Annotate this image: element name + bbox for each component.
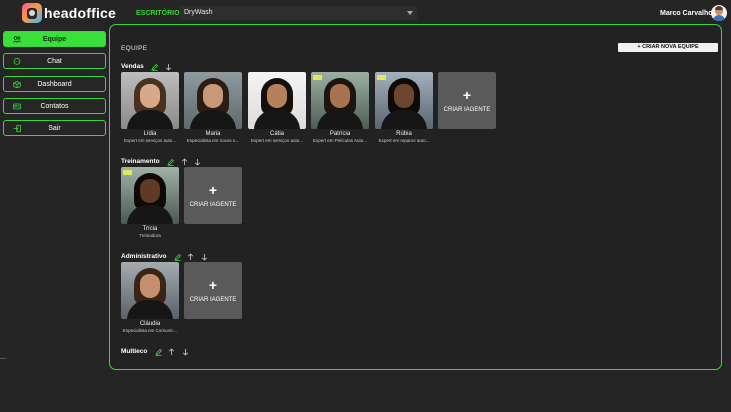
agent-role: Treinadora: [139, 233, 161, 238]
plus-icon: +: [208, 182, 218, 198]
agent-name: Rúbia: [396, 131, 412, 137]
agent-role: Especialista em Comunic...: [122, 328, 178, 333]
agent-card-patricia[interactable]: Patrícia Expert em Películas Auto...: [311, 72, 369, 143]
team-header: Vendas: [121, 63, 174, 72]
agent-name: Patrícia: [329, 131, 351, 137]
agent-role: Expert em serviços auto...: [250, 138, 304, 143]
agent-photo: [121, 262, 179, 319]
create-team-button[interactable]: + CRIAR NOVA EQUIPE: [618, 43, 718, 52]
sidebar-item-label: Sair: [48, 125, 61, 133]
create-agent-label: CRIAR IAGENTE: [189, 297, 237, 303]
team-section-administrativo: Administrativo Cláudia Especialista em C…: [121, 253, 242, 333]
team-header: Treinamento: [121, 158, 203, 167]
arrow-down-icon[interactable]: [165, 63, 172, 71]
team-name[interactable]: Vendas: [121, 63, 144, 70]
plus-icon: +: [208, 277, 218, 293]
create-agent-button[interactable]: + CRIAR IAGENTE: [438, 72, 496, 129]
chevron-down-icon: [407, 11, 413, 15]
sidebar-item-contatos[interactable]: Contatos: [3, 97, 106, 114]
team-header: Administrativo: [121, 253, 210, 262]
agent-photo: [248, 72, 306, 129]
office-select[interactable]: DryWash: [180, 6, 417, 20]
edit-icon[interactable]: [174, 253, 181, 261]
sidebar-item-dashboard[interactable]: Dashboard: [3, 75, 106, 92]
create-agent-button[interactable]: + CRIAR IAGENTE: [184, 167, 242, 224]
team-actions: [155, 348, 191, 366]
sidebar-item-sair[interactable]: Sair: [3, 120, 106, 137]
arrow-up-icon[interactable]: [181, 158, 188, 166]
sidebar-item-chat[interactable]: Chat: [3, 53, 106, 70]
arrow-down-icon[interactable]: [201, 253, 208, 261]
top-bar: headoffice ESCRITÓRIO › DryWash Marco Ca…: [0, 0, 731, 26]
agent-photo: [184, 72, 242, 129]
sidebar-item-label: Contatos: [40, 102, 69, 110]
office-select-value: DryWash: [184, 9, 213, 16]
create-agent-button[interactable]: + CRIAR IAGENTE: [184, 262, 242, 319]
user-avatar[interactable]: [711, 5, 727, 21]
team-name[interactable]: Administrativo: [121, 253, 167, 260]
agent-card-tricia[interactable]: Trícia Treinadora: [121, 167, 179, 238]
agent-name: Cátia: [269, 131, 284, 137]
edit-icon[interactable]: [155, 348, 162, 356]
agent-photo: [375, 72, 433, 129]
agent-name: Cláudia: [139, 321, 161, 327]
arrow-up-icon[interactable]: [187, 253, 194, 261]
plus-icon: +: [462, 87, 472, 103]
agent-photo: [311, 72, 369, 129]
sidebar-item-label: Chat: [47, 58, 62, 66]
arrow-down-icon[interactable]: [194, 158, 201, 166]
agent-role: Expert em serviços auto...: [123, 138, 177, 143]
user-name[interactable]: Marco Carvalho: [660, 10, 713, 17]
app-name[interactable]: headoffice: [44, 5, 116, 21]
agent-name: Trícia: [142, 226, 158, 232]
team-name[interactable]: Multieco: [121, 348, 147, 355]
divider: [0, 358, 6, 359]
create-agent-label: CRIAR IAGENTE: [189, 202, 237, 208]
team-name[interactable]: Treinamento: [121, 158, 160, 165]
arrow-up-icon[interactable]: [168, 348, 175, 356]
agent-role: Especialista em novos n...: [186, 138, 240, 143]
agent-card-catia[interactable]: Cátia Expert em serviços auto...: [248, 72, 306, 143]
agent-name: Lídia: [143, 131, 157, 137]
team-section-treinamento: Treinamento Trícia Treinadora + CRIAR IA…: [121, 158, 242, 238]
agent-name: Maria: [205, 131, 221, 137]
agent-card-maria[interactable]: Maria Especialista em novos n...: [184, 72, 242, 143]
edit-icon[interactable]: [167, 158, 175, 166]
sidebar-item-label: Equipe: [42, 36, 67, 43]
main-panel: EQUIPE + CRIAR NOVA EQUIPE Vendas Lídia …: [109, 24, 722, 370]
create-agent-label: CRIAR IAGENTE: [443, 107, 491, 113]
agent-card-claudia[interactable]: Cláudia Especialista em Comunic...: [121, 262, 179, 333]
page-title: EQUIPE: [121, 45, 148, 52]
agent-photo: [121, 72, 179, 129]
team-section-vendas: Vendas Lídia Expert em serviços auto...: [121, 63, 496, 143]
team-section-multieco: Multieco: [121, 348, 191, 357]
agent-card-rubia[interactable]: Rúbia Expert em reparos auto...: [375, 72, 433, 143]
team-header: Multieco: [121, 348, 191, 357]
sidebar-item-label: Dashboard: [37, 80, 72, 88]
sidebar-nav: Equipe Chat Dashboard Contatos Sair: [3, 31, 107, 142]
edit-icon[interactable]: [151, 63, 159, 71]
app-logo-icon[interactable]: [22, 3, 42, 23]
agent-photo: [121, 167, 179, 224]
office-label: ESCRITÓRIO ›: [136, 10, 184, 17]
agent-role: Expert em reparos auto...: [378, 138, 430, 143]
agent-card-lidia[interactable]: Lídia Expert em serviços auto...: [121, 72, 179, 143]
agent-role: Expert em Películas Auto...: [312, 138, 368, 143]
arrow-down-icon[interactable]: [182, 348, 189, 356]
sidebar-item-equipe[interactable]: Equipe: [3, 31, 106, 47]
